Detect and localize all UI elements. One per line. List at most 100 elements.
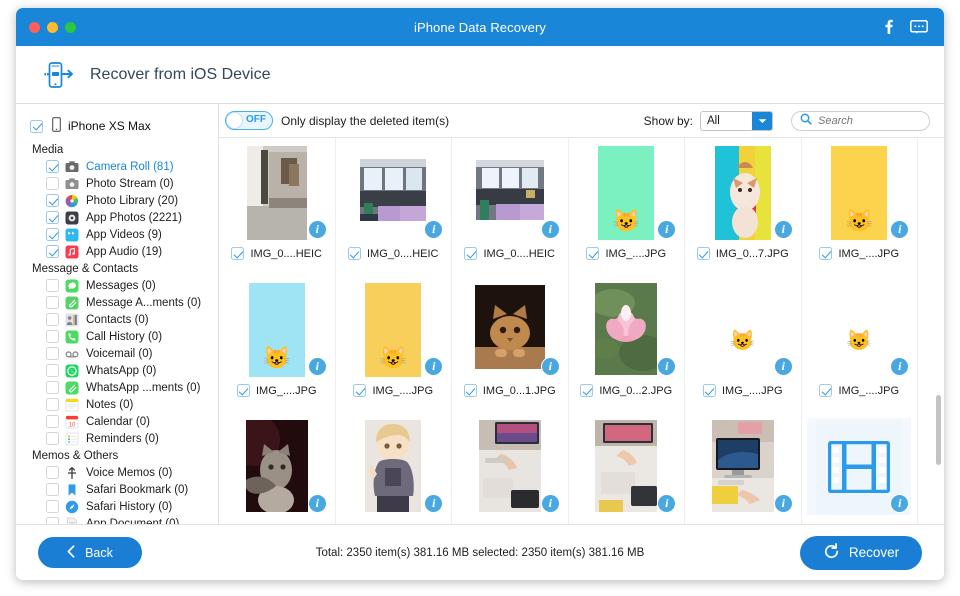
thumbnail-checkbox[interactable]	[353, 384, 367, 397]
sidebar-item-checkbox[interactable]	[46, 177, 59, 190]
search-input[interactable]	[818, 114, 918, 127]
thumbnail-checkbox[interactable]	[819, 247, 833, 260]
thumbnail-cell[interactable]: i IMG_0....HEIC	[452, 138, 569, 275]
thumbnail-image[interactable]: 😺 i	[341, 281, 445, 378]
thumbnail-image[interactable]: i	[458, 144, 562, 241]
sidebar-item-checkbox[interactable]	[46, 245, 59, 258]
thumbnail-cell[interactable]: 😺 i IMG_....JPG	[802, 138, 918, 275]
info-icon[interactable]: i	[657, 494, 677, 513]
thumbnail-image[interactable]: i	[574, 281, 678, 378]
thumbnail-cell[interactable]: i	[569, 412, 685, 524]
thumbnail-image[interactable]: i	[458, 418, 562, 515]
thumbnail-cell[interactable]: i IMG_0...2.JPG	[569, 275, 685, 412]
sidebar-item[interactable]: App Videos (9)	[16, 226, 218, 243]
sidebar-item[interactable]: WhatsApp ...ments (0)	[16, 379, 218, 396]
sidebar-item-checkbox[interactable]	[46, 347, 59, 360]
info-icon[interactable]: i	[657, 220, 677, 239]
sidebar-item[interactable]: Message A...ments (0)	[16, 294, 218, 311]
thumbnail-cell[interactable]: i	[219, 412, 336, 524]
thumbnail-cell[interactable]: 😺 i IMG_....JPG	[685, 275, 802, 412]
sidebar-item-checkbox[interactable]	[46, 432, 59, 445]
info-icon[interactable]: i	[890, 494, 910, 513]
info-icon[interactable]: i	[540, 357, 560, 376]
info-icon[interactable]: i	[307, 357, 327, 376]
sidebar-item[interactable]: WhatsApp (0)	[16, 362, 218, 379]
sidebar-item[interactable]: Contacts (0)	[16, 311, 218, 328]
sidebar-item[interactable]: 10 Calendar (0)	[16, 413, 218, 430]
sidebar-item[interactable]: Messages (0)	[16, 277, 218, 294]
sidebar-item[interactable]: App Document (0)	[16, 515, 218, 524]
thumbnail-cell[interactable]: 😺 i IMG_....JPG	[802, 275, 918, 412]
feedback-icon[interactable]	[910, 19, 928, 39]
sidebar-item-checkbox[interactable]	[46, 381, 59, 394]
sidebar-item-checkbox[interactable]	[46, 500, 59, 513]
thumbnail-image[interactable]: i	[341, 144, 445, 241]
info-icon[interactable]: i	[424, 494, 444, 513]
thumbnail-checkbox[interactable]	[819, 384, 833, 397]
search-box[interactable]	[791, 110, 930, 131]
sidebar-item[interactable]: Notes (0)	[16, 396, 218, 413]
thumbnail-cell[interactable]: i IMG_0....HEIC	[219, 138, 336, 275]
sidebar-item-checkbox[interactable]	[46, 364, 59, 377]
facebook-icon[interactable]	[883, 19, 894, 39]
sidebar-device-row[interactable]: iPhone XS Max	[16, 115, 218, 137]
thumbnail-checkbox[interactable]	[580, 384, 594, 397]
info-icon[interactable]: i	[657, 357, 677, 376]
thumbnail-image[interactable]: 😺 i	[691, 281, 795, 378]
thumbnail-image[interactable]: i	[807, 418, 912, 515]
sidebar-item[interactable]: App Audio (19)	[16, 243, 218, 260]
thumbnail-image[interactable]: 😺 i	[807, 144, 911, 241]
thumbnail-image[interactable]: 😺 i	[225, 281, 329, 378]
thumbnail-checkbox[interactable]	[347, 247, 361, 260]
sidebar-item-checkbox[interactable]	[46, 330, 59, 343]
sidebar-item-checkbox[interactable]	[46, 279, 59, 292]
thumbnail-image[interactable]: i	[691, 144, 795, 241]
thumbnail-image[interactable]: i	[574, 418, 678, 515]
sidebar-item-checkbox[interactable]	[46, 466, 59, 479]
info-icon[interactable]: i	[307, 220, 327, 239]
thumbnail-checkbox[interactable]	[586, 247, 600, 260]
sidebar-item[interactable]: Safari History (0)	[16, 498, 218, 515]
recover-button[interactable]: Recover	[800, 535, 922, 570]
thumbnail-cell[interactable]: i IMG_0....HEIC	[336, 138, 452, 275]
sidebar-item-checkbox[interactable]	[46, 517, 59, 524]
info-icon[interactable]: i	[773, 357, 793, 376]
thumbnail-checkbox[interactable]	[231, 247, 245, 260]
sidebar-item-checkbox[interactable]	[46, 398, 59, 411]
info-icon[interactable]: i	[540, 494, 560, 513]
thumbnail-image[interactable]: 😺 i	[574, 144, 678, 241]
thumbnail-image[interactable]: i	[458, 281, 562, 378]
sidebar-item[interactable]: Photo Stream (0)	[16, 175, 218, 192]
back-button[interactable]: Back	[38, 537, 142, 568]
sidebar-item[interactable]: Safari Bookmark (0)	[16, 481, 218, 498]
thumbnail-checkbox[interactable]	[464, 247, 478, 260]
sidebar-item[interactable]: Photo Library (20)	[16, 192, 218, 209]
info-icon[interactable]: i	[890, 357, 910, 376]
info-icon[interactable]: i	[890, 220, 910, 239]
thumbnail-checkbox[interactable]	[696, 247, 710, 260]
thumbnail-cell[interactable]: i	[336, 412, 452, 524]
thumbnail-cell[interactable]: 😺 i IMG_....JPG	[219, 275, 336, 412]
minimize-window-button[interactable]	[47, 22, 58, 33]
grid-scrollbar-thumb[interactable]	[936, 395, 941, 465]
thumbnail-image[interactable]: 😺 i	[807, 281, 911, 378]
chevron-down-icon[interactable]	[752, 111, 772, 130]
device-checkbox[interactable]	[30, 119, 43, 133]
deleted-only-toggle[interactable]: OFF	[225, 111, 273, 130]
sidebar-item[interactable]: Call History (0)	[16, 328, 218, 345]
sidebar-item-checkbox[interactable]	[46, 415, 59, 428]
thumbnail-checkbox[interactable]	[702, 384, 716, 397]
sidebar-item[interactable]: Camera Roll (81)	[16, 158, 218, 175]
thumbnail-image[interactable]: i	[691, 418, 795, 515]
sidebar-item-checkbox[interactable]	[46, 296, 59, 309]
sidebar-item[interactable]: Voice Memos (0)	[16, 464, 218, 481]
info-icon[interactable]: i	[540, 220, 560, 239]
thumbnail-image[interactable]: i	[341, 418, 445, 515]
thumbnail-cell[interactable]: 😺 i IMG_....JPG	[336, 275, 452, 412]
sidebar-item-checkbox[interactable]	[46, 228, 59, 241]
thumbnail-cell[interactable]: i IMG_0...7.JPG	[685, 138, 802, 275]
sidebar-item-checkbox[interactable]	[46, 160, 59, 173]
show-by-select[interactable]: All	[700, 110, 773, 131]
sidebar-item-checkbox[interactable]	[46, 483, 59, 496]
info-icon[interactable]: i	[773, 220, 793, 239]
